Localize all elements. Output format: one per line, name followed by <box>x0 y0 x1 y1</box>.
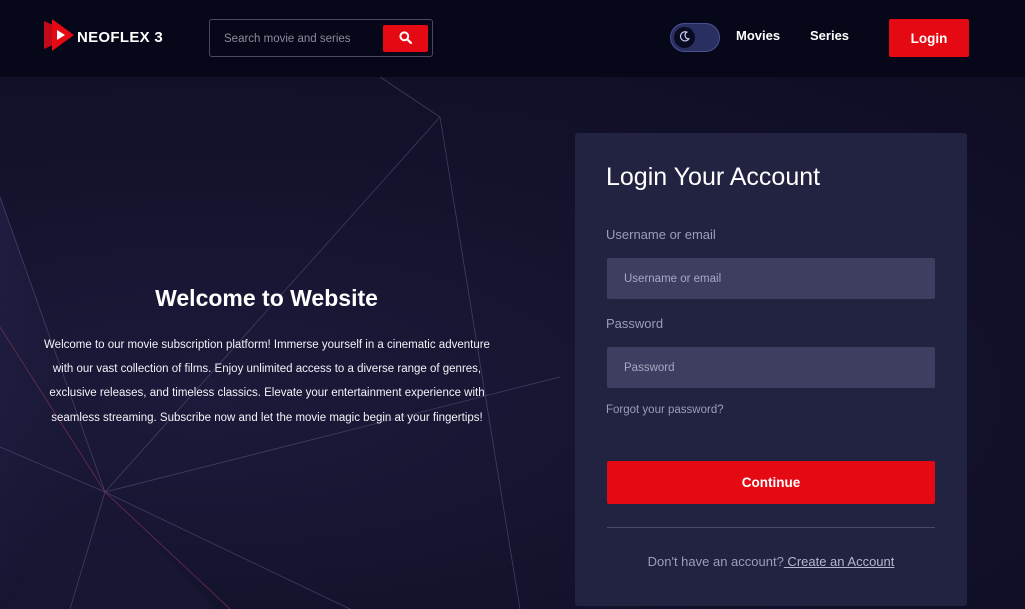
password-label: Password <box>606 316 664 331</box>
top-navbar: NEOFLEX 3 Movies Series Login <box>0 0 1025 77</box>
divider <box>607 527 935 528</box>
search-icon <box>399 30 413 47</box>
brand-name: NEOFLEX 3 <box>77 28 164 46</box>
create-account-link[interactable]: Create an Account <box>784 554 894 569</box>
moon-icon <box>679 29 691 47</box>
forgot-password-link[interactable]: Forgot your password? <box>606 404 724 416</box>
login-card: Login Your Account Username or email Pas… <box>575 133 967 606</box>
password-field[interactable] <box>607 347 935 388</box>
brand-logo[interactable]: NEOFLEX 3 <box>44 18 164 56</box>
search-button[interactable] <box>383 25 428 52</box>
header-login-button[interactable]: Login <box>889 19 969 57</box>
welcome-title: Welcome to Website <box>155 285 378 311</box>
nav-movies-link[interactable]: Movies <box>736 28 780 43</box>
search-input[interactable] <box>216 26 376 52</box>
username-label: Username or email <box>606 227 716 242</box>
welcome-description: Welcome to our movie subscription platfo… <box>44 339 490 424</box>
nav-series-link[interactable]: Series <box>810 28 849 43</box>
play-logo-icon <box>44 18 74 56</box>
signup-prompt: Don't have an account? <box>647 554 784 569</box>
search-box <box>209 19 433 57</box>
login-card-title: Login Your Account <box>606 163 821 191</box>
username-field[interactable] <box>607 258 935 299</box>
signup-row: Don't have an account? Create an Account <box>575 554 967 569</box>
theme-toggle[interactable] <box>670 23 720 52</box>
hero-section: Welcome to Website Welcome to our movie … <box>0 77 1025 609</box>
toggle-knob <box>674 27 695 48</box>
continue-button[interactable]: Continue <box>607 461 935 504</box>
